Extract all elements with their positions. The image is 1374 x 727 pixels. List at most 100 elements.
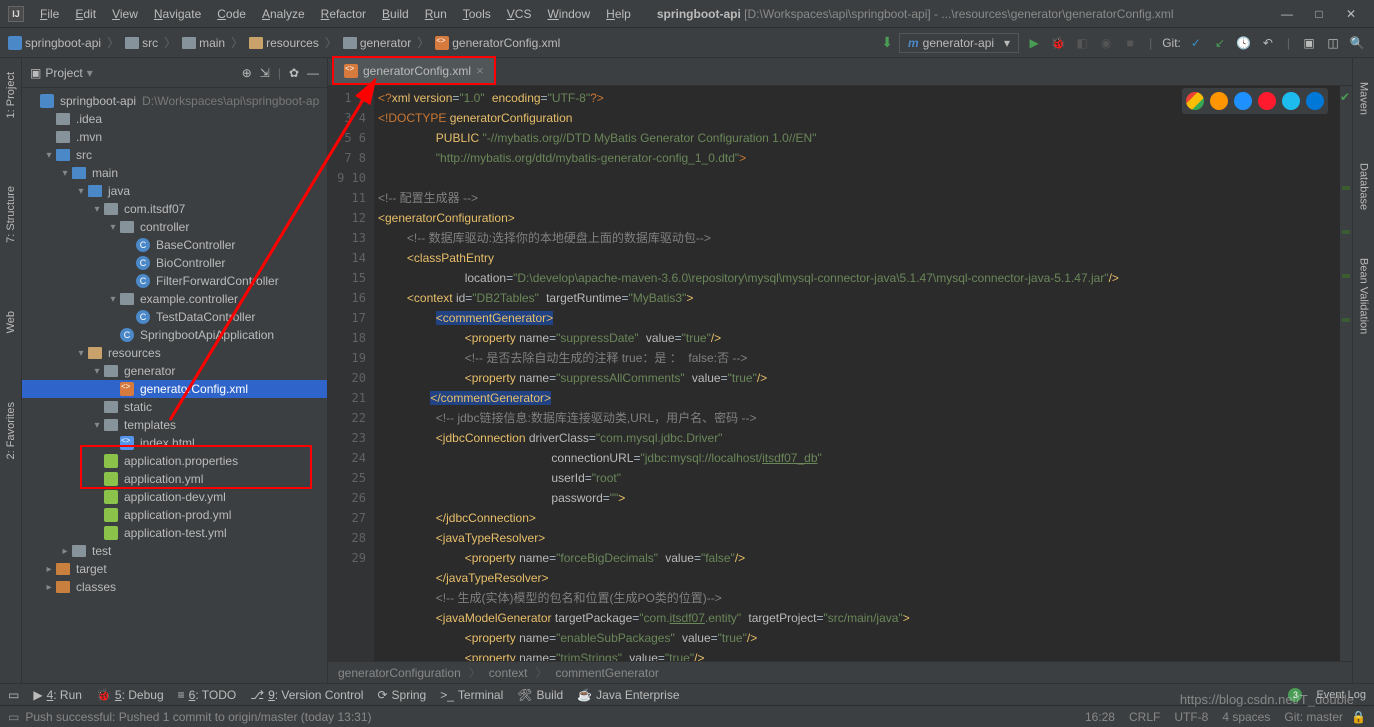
chrome-icon[interactable]: [1186, 92, 1204, 110]
menu-navigate[interactable]: Navigate: [148, 5, 207, 23]
breadcrumb-item[interactable]: src: [125, 36, 158, 50]
lock-icon[interactable]: 🔒: [1351, 710, 1366, 724]
close-tab-icon[interactable]: ×: [476, 63, 484, 78]
edge-icon[interactable]: [1306, 92, 1324, 110]
editor-crumb[interactable]: generatorConfiguration: [338, 666, 461, 680]
tree-node[interactable]: application-test.yml: [22, 524, 327, 542]
editor-tab-generatorconfig[interactable]: generatorConfig.xml ×: [332, 56, 496, 85]
stop-icon[interactable]: ■: [1121, 34, 1139, 52]
breadcrumb-item[interactable]: resources: [249, 36, 319, 50]
status-widget[interactable]: Git: master: [1284, 710, 1343, 724]
tool-tab[interactable]: Bean Validation: [1356, 254, 1372, 338]
menu-edit[interactable]: Edit: [69, 5, 102, 23]
menu-refactor[interactable]: Refactor: [315, 5, 372, 23]
run-configuration-selector[interactable]: mgenerator-api▾: [899, 33, 1019, 53]
select-opened-icon[interactable]: ⊕: [242, 66, 252, 80]
tree-node[interactable]: ▾templates: [22, 416, 327, 434]
menu-build[interactable]: Build: [376, 5, 415, 23]
close-button[interactable]: ✕: [1336, 4, 1366, 24]
profile-icon[interactable]: ◉: [1097, 34, 1115, 52]
status-widget[interactable]: UTF-8: [1174, 710, 1208, 724]
tree-node[interactable]: ▾src: [22, 146, 327, 164]
bottom-tool-button[interactable]: ☕Java Enterprise: [577, 688, 679, 702]
run-icon[interactable]: ▶: [1025, 34, 1043, 52]
tree-node[interactable]: ▸test: [22, 542, 327, 560]
bottom-tool-button[interactable]: ▶4: Run: [33, 688, 82, 702]
vcs-commit-icon[interactable]: ↙: [1211, 34, 1229, 52]
menu-view[interactable]: View: [106, 5, 144, 23]
tool-tab[interactable]: Maven: [1356, 78, 1372, 119]
project-tree[interactable]: springboot-apiD:\Workspaces\api\springbo…: [22, 88, 327, 683]
tool-tab[interactable]: Database: [1356, 159, 1372, 214]
vcs-history-icon[interactable]: 🕓: [1235, 34, 1253, 52]
settings-icon[interactable]: ✿: [289, 66, 299, 80]
menu-code[interactable]: Code: [211, 5, 252, 23]
structure-icon[interactable]: ◫: [1324, 34, 1342, 52]
menu-window[interactable]: Window: [541, 5, 596, 23]
breadcrumb-item[interactable]: generator: [343, 36, 411, 50]
tool-tab[interactable]: Web: [3, 307, 19, 337]
minimize-button[interactable]: —: [1272, 4, 1302, 24]
tree-node[interactable]: CTestDataController: [22, 308, 327, 326]
tool-tab[interactable]: 2: Favorites: [3, 398, 19, 463]
search-icon[interactable]: 🔍: [1348, 34, 1366, 52]
firefox-icon[interactable]: [1210, 92, 1228, 110]
folders-icon[interactable]: ▣: [1300, 34, 1318, 52]
vcs-update-icon[interactable]: ✓: [1187, 34, 1205, 52]
tree-node[interactable]: ▾example.controller: [22, 290, 327, 308]
tree-node[interactable]: springboot-apiD:\Workspaces\api\springbo…: [22, 92, 327, 110]
editor-breadcrumbs[interactable]: generatorConfiguration〉context〉commentGe…: [328, 661, 1352, 683]
menu-vcs[interactable]: VCS: [501, 5, 538, 23]
status-widget[interactable]: 16:28: [1085, 710, 1115, 724]
breadcrumb-item[interactable]: main: [182, 36, 225, 50]
project-panel-title[interactable]: ▣Project▾: [30, 66, 242, 80]
safari-icon[interactable]: [1234, 92, 1252, 110]
tool-tab[interactable]: 1: Project: [3, 68, 19, 122]
tree-node[interactable]: ▾resources: [22, 344, 327, 362]
bottom-tool-button[interactable]: ⟳Spring: [377, 688, 426, 702]
tree-node[interactable]: .idea: [22, 110, 327, 128]
tree-node[interactable]: application-dev.yml: [22, 488, 327, 506]
status-widget[interactable]: 4 spaces: [1222, 710, 1270, 724]
bottom-tool-button[interactable]: ⎇9: Version Control: [250, 688, 363, 702]
breadcrumb-item[interactable]: springboot-api: [8, 36, 101, 50]
tree-node[interactable]: ▸target: [22, 560, 327, 578]
tree-node[interactable]: generatorConfig.xml: [22, 380, 327, 398]
tree-node[interactable]: CSpringbootApiApplication: [22, 326, 327, 344]
menu-file[interactable]: File: [34, 5, 65, 23]
hide-icon[interactable]: —: [307, 66, 319, 80]
editor-crumb[interactable]: context: [489, 666, 528, 680]
menu-tools[interactable]: Tools: [457, 5, 497, 23]
build-icon[interactable]: ⬇: [881, 34, 893, 51]
vcs-revert-icon[interactable]: ↶: [1259, 34, 1277, 52]
bottom-tool-button[interactable]: >_Terminal: [440, 688, 503, 702]
maximize-button[interactable]: □: [1304, 4, 1334, 24]
tree-node[interactable]: CFilterForwardController: [22, 272, 327, 290]
tree-node[interactable]: CBaseController: [22, 236, 327, 254]
tree-node[interactable]: ▾main: [22, 164, 327, 182]
tree-node[interactable]: CBioController: [22, 254, 327, 272]
tree-node[interactable]: ▾com.itsdf07: [22, 200, 327, 218]
code-editor[interactable]: <?xml version="1.0" encoding="UTF-8"?> <…: [374, 86, 1340, 661]
messages-icon[interactable]: ▭: [8, 688, 19, 702]
tree-node[interactable]: ▸classes: [22, 578, 327, 596]
status-widget[interactable]: CRLF: [1129, 710, 1160, 724]
tree-node[interactable]: static: [22, 398, 327, 416]
menu-help[interactable]: Help: [600, 5, 637, 23]
tree-node[interactable]: .mvn: [22, 128, 327, 146]
menu-analyze[interactable]: Analyze: [256, 5, 311, 23]
tool-tab[interactable]: 7: Structure: [3, 182, 19, 247]
editor-crumb[interactable]: commentGenerator: [555, 666, 658, 680]
coverage-icon[interactable]: ◧: [1073, 34, 1091, 52]
status-icon[interactable]: ▭: [8, 710, 19, 724]
tree-node[interactable]: ▾controller: [22, 218, 327, 236]
opera-icon[interactable]: [1258, 92, 1276, 110]
tree-node[interactable]: application-prod.yml: [22, 506, 327, 524]
debug-icon[interactable]: 🐞: [1049, 34, 1067, 52]
ie-icon[interactable]: [1282, 92, 1300, 110]
bottom-tool-button[interactable]: 🛠Build: [517, 688, 563, 702]
bottom-tool-button[interactable]: ≡6: TODO: [178, 688, 237, 702]
tree-node[interactable]: ▾java: [22, 182, 327, 200]
expand-all-icon[interactable]: ⇲: [260, 66, 270, 80]
tree-node[interactable]: ▾generator: [22, 362, 327, 380]
